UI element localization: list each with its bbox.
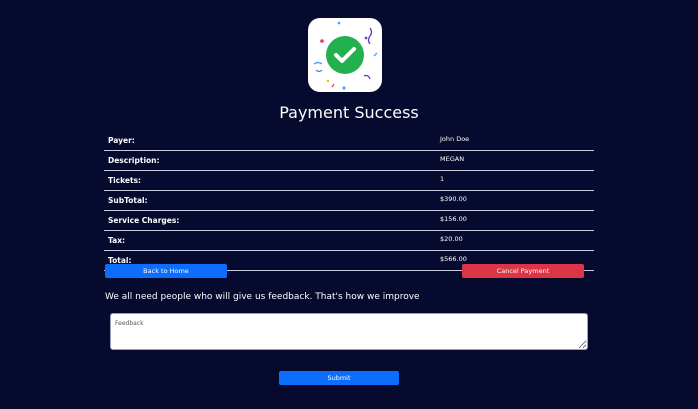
- row-label-description: Description:: [104, 150, 436, 171]
- submit-button[interactable]: Submit: [279, 371, 399, 385]
- row-value-subtotal: $390.00: [436, 190, 594, 211]
- row-label-subtotal: SubTotal:: [104, 190, 436, 211]
- page-title: Payment Success: [279, 103, 419, 122]
- table-row: Tax: $20.00: [104, 230, 594, 251]
- payment-summary-table: Payer: John Doe Description: MEGAN Ticke…: [104, 131, 594, 271]
- row-value-service-charges: $156.00: [436, 210, 594, 231]
- table-row: Tickets: 1: [104, 170, 594, 191]
- table-row: Service Charges: $156.00: [104, 210, 594, 231]
- row-value-payer: John Doe: [436, 131, 594, 151]
- row-value-tickets: 1: [436, 170, 594, 191]
- payment-success-page: Payment Success Payer: John Doe Descript…: [0, 0, 698, 409]
- row-label-payer: Payer:: [104, 131, 436, 151]
- row-label-service-charges: Service Charges:: [104, 210, 436, 231]
- cancel-payment-button[interactable]: Cancel Payment: [462, 264, 584, 278]
- success-check-icon: [308, 18, 382, 92]
- back-to-home-button[interactable]: Back to Home: [105, 264, 227, 278]
- feedback-textarea[interactable]: [110, 313, 588, 350]
- row-value-description: MEGAN: [436, 150, 594, 171]
- row-value-tax: $20.00: [436, 230, 594, 251]
- row-label-tickets: Tickets:: [104, 170, 436, 191]
- row-label-tax: Tax:: [104, 230, 436, 251]
- table-row: SubTotal: $390.00: [104, 190, 594, 211]
- table-row: Description: MEGAN: [104, 150, 594, 171]
- feedback-prompt: We all need people who will give us feed…: [105, 292, 420, 302]
- table-row: Payer: John Doe: [104, 131, 594, 151]
